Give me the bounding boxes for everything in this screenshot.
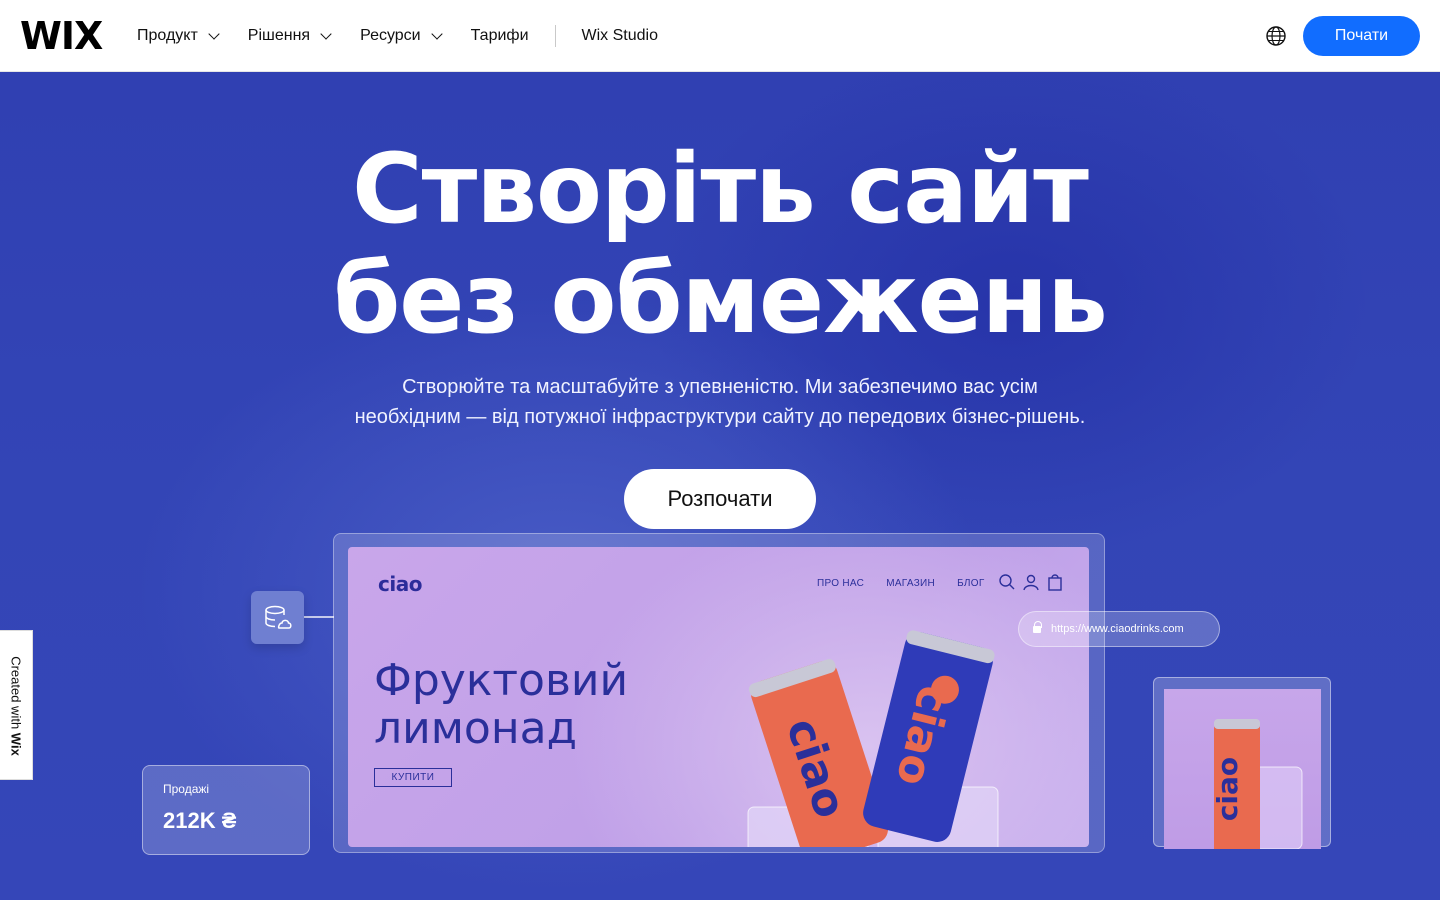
- nav-item-product[interactable]: Продукт: [137, 27, 220, 45]
- nav-item-label: Wix Studio: [581, 27, 658, 44]
- site-headline-line: Фруктовий: [374, 655, 629, 706]
- svg-text:ciao: ciao: [1211, 757, 1244, 821]
- hero-subtitle-line: Створюйте та масштабуйте з упевненістю. …: [402, 376, 1038, 398]
- hero-subtitle: Створюйте та масштабуйте з упевненістю. …: [0, 372, 1440, 432]
- site-nav-item: ПРО НАС: [817, 578, 865, 589]
- nav-item-label: Ресурси: [360, 27, 421, 44]
- url-bar: https://www.ciaodrinks.com: [1018, 611, 1220, 647]
- nav-divider: [554, 25, 556, 47]
- database-card: [251, 591, 304, 644]
- site-buy-button: КУПИТИ: [374, 768, 452, 787]
- search-icon: [999, 574, 1015, 590]
- get-started-button[interactable]: Розпочати: [624, 469, 816, 529]
- top-header: WIX Продукт Рішення Ресурси Тарифи Wix S…: [0, 0, 1440, 72]
- hero-title-line: Створіть сайт: [352, 133, 1089, 245]
- chevron-down-icon: [430, 27, 443, 40]
- site-icons: [998, 573, 1070, 591]
- lock-icon: [1033, 620, 1042, 633]
- badge-brand: Wix: [8, 732, 24, 756]
- connector-line: [304, 616, 334, 618]
- start-button[interactable]: Почати: [1303, 16, 1420, 56]
- url-text: https://www.ciaodrinks.com: [1051, 623, 1184, 635]
- mobile-preview: ciao: [1164, 689, 1321, 849]
- chevron-down-icon: [320, 27, 332, 40]
- database-cloud-icon: [264, 605, 292, 629]
- site-logo: ciao: [378, 572, 422, 596]
- main-nav: Продукт Рішення Ресурси Тарифи Wix Studi…: [137, 0, 688, 72]
- created-with-wix-badge[interactable]: Created with Wix: [0, 630, 33, 780]
- site-nav: ПРО НАС МАГАЗИН БЛОГ: [817, 578, 1007, 589]
- wix-logo[interactable]: WIX: [20, 17, 103, 55]
- bag-icon: [1048, 574, 1062, 591]
- user-icon: [1023, 574, 1039, 591]
- hero-subtitle-line: необхідним — від потужної інфраструктури…: [354, 406, 1086, 428]
- nav-item-label: Тарифи: [470, 27, 529, 44]
- hero-title-line: без обмежень: [333, 243, 1108, 355]
- soda-can-image: ciao: [1211, 719, 1303, 849]
- badge-text: Created with Wix: [9, 656, 24, 756]
- nav-item-solutions[interactable]: Рішення: [247, 27, 332, 45]
- nav-item-label: Продукт: [137, 27, 198, 44]
- site-nav-item: БЛОГ: [957, 578, 985, 589]
- nav-item-wix-studio[interactable]: Wix Studio: [582, 27, 658, 45]
- soda-cans-image: ciao ciao: [747, 630, 999, 847]
- sales-card: Продажі 212K ₴: [142, 765, 310, 855]
- site-headline-line: лимонад: [374, 703, 577, 754]
- sales-value: 212K ₴: [163, 808, 237, 833]
- globe-icon[interactable]: [1265, 25, 1287, 47]
- badge-prefix: Created with: [8, 656, 24, 730]
- site-preview: ciao ПРО НАС МАГАЗИН БЛОГ Фруктовий лимо…: [348, 547, 1089, 847]
- nav-item-resources[interactable]: Ресурси: [360, 27, 443, 45]
- hero-title: Створіть сайт без обмежень: [0, 134, 1440, 354]
- chevron-down-icon: [208, 27, 220, 40]
- site-nav-item: МАГАЗИН: [886, 578, 936, 589]
- site-headline: Фруктовий лимонад: [374, 657, 628, 753]
- nav-item-label: Рішення: [247, 27, 311, 44]
- sales-label: Продажі: [163, 782, 210, 796]
- nav-item-pricing[interactable]: Тарифи: [471, 27, 529, 45]
